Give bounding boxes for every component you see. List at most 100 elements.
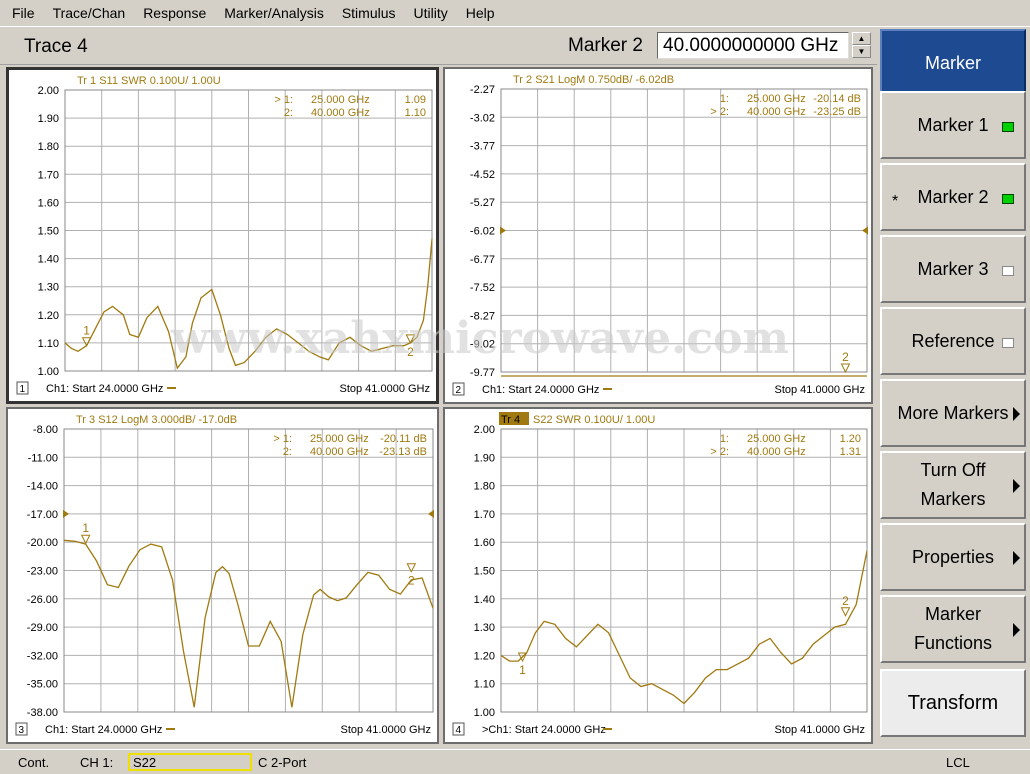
y-tick-label: -32.00 bbox=[27, 650, 58, 662]
marker-table-flag: 2: bbox=[284, 107, 293, 119]
submenu-arrow-icon bbox=[1013, 623, 1020, 637]
y-tick-label: 1.70 bbox=[38, 169, 59, 181]
softkey-properties[interactable]: Properties bbox=[880, 523, 1026, 591]
entry-bar: Trace 4 Marker 2 40.0000000000 GHz ▲ ▼ bbox=[0, 27, 877, 65]
menu-trace-chan[interactable]: Trace/Chan bbox=[51, 5, 128, 21]
y-tick-label: -4.52 bbox=[470, 169, 495, 181]
y-tick-label: -23.00 bbox=[27, 566, 58, 578]
reference-right-arrow-icon bbox=[428, 509, 434, 518]
softkey-marker-1[interactable]: Marker 1 bbox=[880, 91, 1026, 159]
y-tick-label: 1.10 bbox=[38, 338, 59, 350]
softkey-panel: Marker Marker 1 * Marker 2 Marker 3 Refer… bbox=[877, 27, 1030, 747]
window-number: 2 bbox=[456, 385, 462, 396]
reference-right-arrow-icon bbox=[862, 226, 868, 235]
reference-indicator-icon bbox=[1002, 338, 1014, 348]
graticule bbox=[64, 89, 433, 372]
submenu-arrow-icon bbox=[1013, 479, 1020, 493]
start-frequency-label: Ch1: Start 24.0000 GHz bbox=[45, 724, 162, 736]
marker-number-label: 2 bbox=[407, 345, 414, 359]
trace-window-2[interactable]: -2.27 -3.02 -3.77 -4.52 -5.27 -6.02 -6.77 -7.52… bbox=[443, 67, 873, 404]
trace-window-3[interactable]: -8.00 -11.00 -14.00 -17.00 -20.00 -23.00 -26.0… bbox=[6, 407, 439, 744]
graticule bbox=[63, 428, 434, 713]
window-number: 3 bbox=[19, 725, 25, 736]
y-tick-label: -9.77 bbox=[470, 367, 495, 379]
menu-stimulus[interactable]: Stimulus bbox=[340, 5, 398, 21]
marker-table-flag: > 1: bbox=[274, 94, 293, 106]
marker-table-value: -23.25 dB bbox=[813, 106, 861, 118]
y-tick-label: -14.00 bbox=[27, 481, 58, 493]
softkey-label: Reference bbox=[911, 330, 995, 351]
softkey-marker-2[interactable]: * Marker 2 bbox=[880, 163, 1026, 231]
marker-table-value: -23.13 dB bbox=[379, 446, 427, 458]
marker-table-flag: 1: bbox=[720, 433, 729, 445]
marker-number-label: 2 bbox=[408, 574, 415, 588]
y-tick-label: -6.02 bbox=[470, 226, 495, 238]
marker-triangle-icon[interactable] bbox=[840, 363, 851, 374]
marker-table-value: -20.14 dB bbox=[813, 93, 861, 105]
y-tick-label: -29.00 bbox=[27, 622, 58, 634]
menu-utility[interactable]: Utility bbox=[412, 5, 450, 21]
marker-triangle-icon[interactable] bbox=[405, 334, 416, 345]
reference-left-arrow-icon bbox=[500, 226, 506, 235]
menu-help[interactable]: Help bbox=[464, 5, 497, 21]
y-tick-label: -35.00 bbox=[27, 679, 58, 691]
window-number: 4 bbox=[456, 725, 462, 736]
marker-table-value: 1.31 bbox=[840, 446, 861, 458]
stop-frequency-label: Stop 41.0000 GHz bbox=[339, 383, 430, 395]
active-trace-title: Trace 4 bbox=[24, 36, 88, 57]
menu-file[interactable]: File bbox=[10, 5, 37, 21]
status-bar: Cont. CH 1: S22 C 2-Port LCL bbox=[0, 749, 1030, 774]
y-tick-label: 1.90 bbox=[474, 452, 495, 464]
y-tick-label: 1.00 bbox=[474, 707, 495, 719]
marker-table-value: -20.11 dB bbox=[380, 433, 427, 445]
softkey-marker-3[interactable]: Marker 3 bbox=[880, 235, 1026, 303]
stop-frequency-label: Stop 41.0000 GHz bbox=[340, 724, 431, 736]
y-tick-label: 1.40 bbox=[474, 594, 495, 606]
marker-number-label: 1 bbox=[83, 324, 90, 338]
softkey-transform[interactable]: Transform bbox=[880, 669, 1026, 737]
softkey-marker-functions[interactable]: Marker Functions bbox=[880, 595, 1026, 663]
marker-table-flag: > 1: bbox=[273, 433, 292, 445]
softkey-turn-off-markers[interactable]: Turn Off Markers bbox=[880, 451, 1026, 519]
softkey-title-label: Marker bbox=[924, 52, 981, 73]
marker-table-freq: 40.000 GHz bbox=[311, 107, 370, 119]
marker-table-value: 1.09 bbox=[405, 94, 426, 106]
marker-entry-label: Marker 2 bbox=[568, 35, 643, 56]
menu-response[interactable]: Response bbox=[141, 5, 208, 21]
softkey-label: Turn Off Markers bbox=[920, 460, 986, 509]
softkey-label: Marker 3 bbox=[917, 258, 989, 279]
y-tick-label: -9.02 bbox=[470, 339, 495, 351]
start-frequency-label: Ch1: Start 24.0000 GHz bbox=[46, 383, 163, 395]
chart-area: 2.00 1.90 1.80 1.70 1.60 1.50 1.40 1.30 1.20 1.10… bbox=[4, 65, 877, 745]
y-tick-label: 1.30 bbox=[474, 622, 495, 634]
marker-1-indicator-icon bbox=[1002, 122, 1014, 132]
marker-frequency-input[interactable]: 40.0000000000 GHz bbox=[657, 32, 849, 59]
trace-tag-label: Tr 4 bbox=[501, 414, 520, 426]
submenu-arrow-icon bbox=[1013, 551, 1020, 565]
trace-plot-svg: 2.00 1.90 1.80 1.70 1.60 1.50 1.40 1.30 1.20 1.10… bbox=[452, 412, 868, 736]
trace-title: Tr 3 S12 LogM 3.000dB/ -17.0dB bbox=[76, 414, 237, 426]
active-parameter[interactable]: S22 bbox=[128, 753, 252, 771]
y-tick-label: -26.00 bbox=[27, 594, 58, 606]
y-tick-label: -3.77 bbox=[470, 141, 495, 153]
marker-table-freq: 25.000 GHz bbox=[311, 94, 370, 106]
marker-triangle-icon[interactable] bbox=[840, 607, 851, 617]
trace-window-4[interactable]: 2.00 1.90 1.80 1.70 1.60 1.50 1.40 1.30 1.20 1.10… bbox=[443, 407, 873, 744]
softkey-reference[interactable]: Reference bbox=[880, 307, 1026, 375]
y-tick-label: -11.00 bbox=[28, 452, 58, 464]
spin-up-icon[interactable]: ▲ bbox=[852, 32, 871, 45]
softkey-label: Properties bbox=[911, 546, 995, 567]
marker-table-freq: 25.000 GHz bbox=[747, 93, 806, 105]
trace-title: Tr 1 S11 SWR 0.100U/ 1.00U bbox=[77, 75, 221, 87]
softkey-menu-title: Marker bbox=[880, 29, 1026, 97]
softkey-more-markers[interactable]: More Markers bbox=[880, 379, 1026, 447]
y-tick-label: -5.27 bbox=[470, 197, 495, 209]
spin-down-icon[interactable]: ▼ bbox=[852, 45, 871, 58]
trace-window-1[interactable]: 2.00 1.90 1.80 1.70 1.60 1.50 1.40 1.30 1.20 1.10… bbox=[6, 67, 439, 404]
marker-frequency-spinner[interactable]: ▲ ▼ bbox=[852, 32, 871, 59]
y-tick-label: 1.60 bbox=[474, 537, 495, 549]
menu-marker-analysis[interactable]: Marker/Analysis bbox=[222, 5, 326, 21]
marker-table-freq: 40.000 GHz bbox=[310, 446, 369, 458]
softkey-label: Transform bbox=[907, 691, 999, 714]
marker-table-freq: 40.000 GHz bbox=[747, 446, 806, 458]
